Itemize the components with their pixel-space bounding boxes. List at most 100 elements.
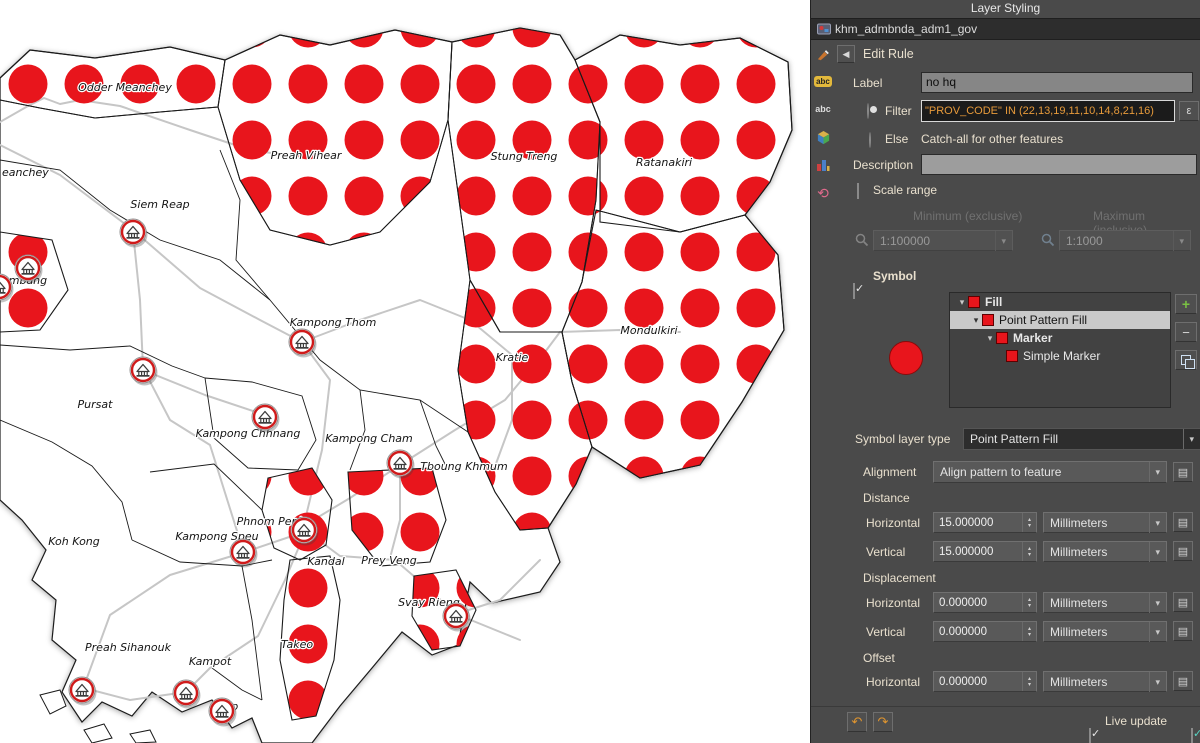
province-label: Kampong Cham: [325, 432, 413, 445]
zoom-in-icon: [1041, 233, 1055, 247]
offset-section-label: Offset: [863, 651, 895, 665]
tree-row-point-pattern-fill[interactable]: ▾ Point Pattern Fill: [950, 311, 1170, 329]
app-window: Odder MeancheyeancheySiem ReapPreah Vihe…: [0, 0, 1200, 743]
spinner-arrows-icon[interactable]: ▴▾: [1022, 542, 1036, 561]
undo-style-button[interactable]: ↶: [847, 712, 867, 732]
province-label: Preah Sihanouk: [85, 641, 172, 654]
distance-horizontal-unit-combo[interactable]: Millimeters ▾: [1043, 512, 1167, 533]
maximum-scale-combo[interactable]: 1:1000 ▾: [1059, 230, 1191, 251]
alignment-combo[interactable]: Align pattern to feature ▾: [933, 461, 1167, 483]
else-label: Else: [885, 132, 908, 146]
province-label: Takeo: [281, 638, 313, 651]
province-label: Stung Treng: [491, 150, 558, 163]
displacement-horizontal-label: Horizontal: [866, 596, 920, 610]
distance-vertical-unit-combo[interactable]: Millimeters ▾: [1043, 541, 1167, 562]
chevron-down-icon: ▾: [1149, 542, 1160, 562]
tree-row-simple-marker[interactable]: Simple Marker: [950, 347, 1170, 365]
province-label: Kampong Chhnang: [196, 427, 301, 440]
diagrams-tab-icon[interactable]: [814, 156, 832, 174]
filter-label: Filter: [885, 104, 912, 118]
masks-tab-icon[interactable]: abc: [814, 100, 832, 118]
layer-styling-panel: Layer Styling khm_admbnda_adm1_gov abc a…: [810, 0, 1200, 743]
province-label: Kampot: [189, 655, 232, 668]
displacement-vertical-spinbox[interactable]: 0.000000 ▴▾: [933, 621, 1037, 642]
data-defined-icon: ▤: [1178, 625, 1188, 638]
layer-selector[interactable]: khm_admbnda_adm1_gov: [811, 18, 1200, 40]
chevron-down-icon: ▾: [1173, 231, 1184, 251]
expression-builder-button[interactable]: ε: [1179, 101, 1199, 121]
province-label: Mondulkiri: [620, 324, 677, 337]
spinner-arrows-icon[interactable]: ▴▾: [1022, 672, 1036, 691]
redo-icon: ↷: [878, 714, 889, 730]
province-label: Kandal: [307, 555, 344, 568]
chevron-down-icon: ▾: [984, 333, 996, 344]
distance-vertical-data-defined-button[interactable]: ▤: [1173, 541, 1193, 561]
rule-label-input[interactable]: no hq: [921, 72, 1193, 93]
panel-edge-checkbox[interactable]: [1191, 728, 1193, 743]
displacement-vertical-data-defined-button[interactable]: ▤: [1173, 621, 1193, 641]
symbol-label: Symbol: [873, 269, 916, 283]
description-label: Description: [853, 158, 913, 172]
symbol-checkbox[interactable]: [853, 283, 855, 299]
displacement-horizontal-data-defined-button[interactable]: ▤: [1173, 592, 1193, 612]
map-canvas[interactable]: Odder MeancheyeancheySiem ReapPreah Vihe…: [0, 0, 810, 743]
symbol-layer-tree: ▾ Fill ▾ Point Pattern Fill ▾ Marker Sim…: [949, 292, 1171, 408]
displacement-horizontal-unit-combo[interactable]: Millimeters ▾: [1043, 592, 1167, 613]
distance-horizontal-spinbox[interactable]: 15.000000 ▴▾: [933, 512, 1037, 533]
offset-horizontal-label: Horizontal: [866, 675, 920, 689]
symbol-preview: [889, 341, 923, 375]
else-radio[interactable]: [869, 132, 871, 148]
distance-vertical-label: Vertical: [866, 545, 905, 559]
label-field-label: Label: [853, 76, 882, 90]
province-label: Koh Kong: [48, 535, 100, 548]
duplicate-symbol-layer-button[interactable]: [1175, 350, 1197, 370]
displacement-horizontal-spinbox[interactable]: 0.000000 ▴▾: [933, 592, 1037, 613]
spinner-arrows-icon[interactable]: ▴▾: [1022, 593, 1036, 612]
redo-style-button[interactable]: ↷: [873, 712, 893, 732]
marker-swatch: [996, 332, 1008, 344]
filter-radio[interactable]: [867, 103, 869, 119]
live-update-checkbox[interactable]: [1089, 728, 1091, 743]
province-label: Prey Veng: [361, 554, 417, 567]
chevron-down-icon: ▾: [1149, 593, 1160, 613]
spinner-arrows-icon[interactable]: ▴▾: [1022, 513, 1036, 532]
offset-horizontal-spinbox[interactable]: 0.000000 ▴▾: [933, 671, 1037, 692]
filter-expression-input[interactable]: "PROV_CODE" IN (22,13,19,11,10,14,8,21,1…: [921, 100, 1175, 122]
undo-icon: ↶: [852, 714, 863, 730]
spinner-arrows-icon[interactable]: ▴▾: [1022, 622, 1036, 641]
minimum-scale-combo[interactable]: 1:100000 ▾: [873, 230, 1013, 251]
history-tab-icon[interactable]: ⟲: [814, 184, 832, 202]
province-label: eanchey: [2, 166, 49, 179]
labels-tab-icon[interactable]: abc: [814, 72, 832, 90]
add-symbol-layer-button[interactable]: +: [1175, 294, 1197, 314]
symbol-layer-type-label: Symbol layer type: [855, 432, 950, 446]
alignment-data-defined-button[interactable]: ▤: [1173, 462, 1193, 482]
panel-title: Layer Styling: [811, 1, 1200, 15]
scale-range-label: Scale range: [873, 183, 937, 197]
fill-symbol-swatch: [968, 296, 980, 308]
description-input[interactable]: [921, 154, 1197, 175]
scale-range-checkbox[interactable]: [857, 183, 859, 199]
data-defined-icon: ▤: [1178, 466, 1188, 479]
remove-symbol-layer-button[interactable]: −: [1175, 322, 1197, 342]
displacement-section-label: Displacement: [863, 571, 936, 585]
symbology-tab-icon[interactable]: [814, 46, 832, 64]
chevron-down-icon: ▾: [1149, 513, 1160, 533]
cambodia-map: Odder MeancheyeancheySiem ReapPreah Vihe…: [0, 0, 810, 743]
distance-horizontal-data-defined-button[interactable]: ▤: [1173, 512, 1193, 532]
back-button[interactable]: ◀: [837, 45, 855, 63]
symbol-layer-type-combo[interactable]: Point Pattern Fill ▾: [963, 428, 1200, 450]
offset-horizontal-data-defined-button[interactable]: ▤: [1173, 671, 1193, 691]
edit-rule-title: Edit Rule: [863, 47, 914, 61]
3d-view-tab-icon[interactable]: [814, 128, 832, 146]
offset-horizontal-unit-combo[interactable]: Millimeters ▾: [1043, 671, 1167, 692]
displacement-vertical-label: Vertical: [866, 625, 905, 639]
chevron-down-icon: ▾: [956, 297, 968, 308]
province-label: Odder Meanchey: [78, 81, 172, 94]
else-description: Catch-all for other features: [921, 132, 1063, 146]
displacement-vertical-unit-combo[interactable]: Millimeters ▾: [1043, 621, 1167, 642]
data-defined-icon: ▤: [1178, 596, 1188, 609]
tree-row-fill[interactable]: ▾ Fill: [950, 293, 1170, 311]
distance-vertical-spinbox[interactable]: 15.000000 ▴▾: [933, 541, 1037, 562]
tree-row-marker[interactable]: ▾ Marker: [950, 329, 1170, 347]
